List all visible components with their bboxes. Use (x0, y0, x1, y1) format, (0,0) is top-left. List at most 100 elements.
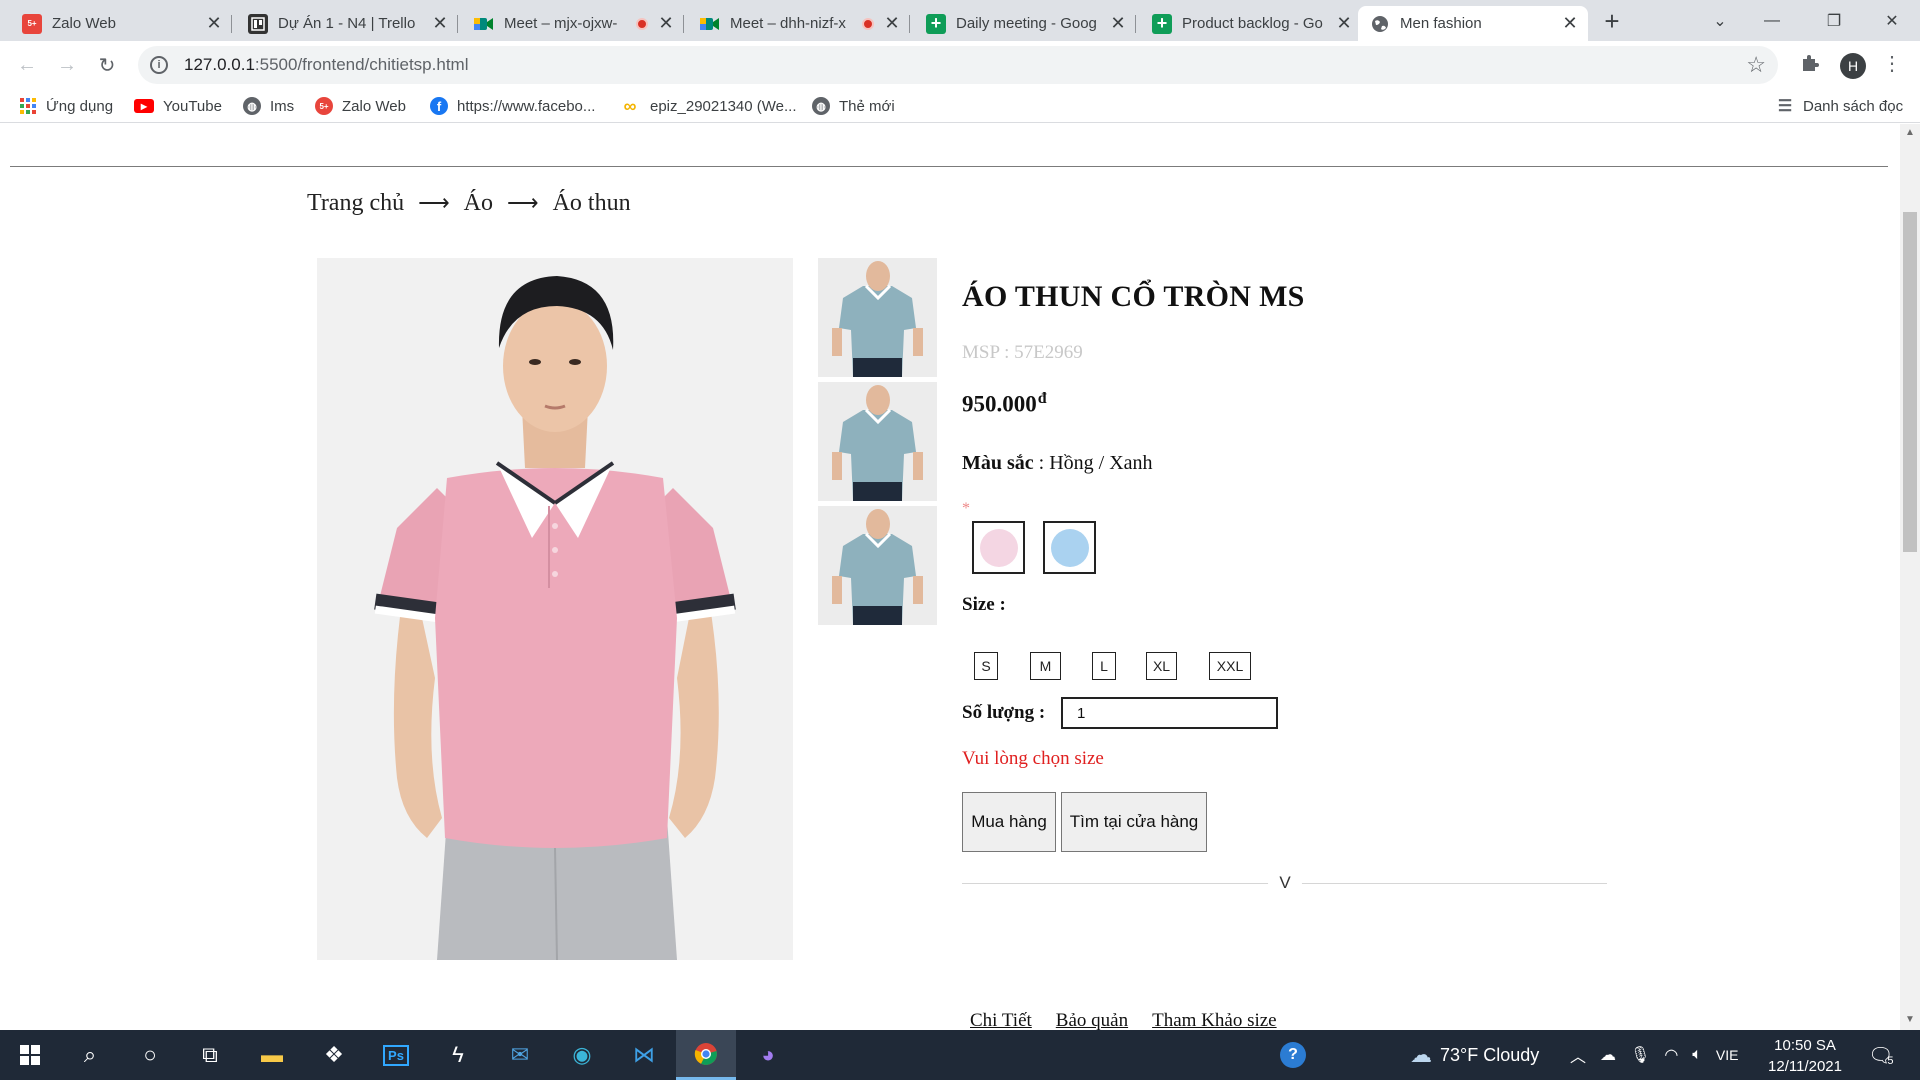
apps-grid-icon (20, 98, 36, 114)
facebook-icon: f (430, 97, 448, 115)
chrome-icon[interactable] (676, 1030, 736, 1080)
close-icon[interactable]: ✕ (656, 13, 676, 34)
size-s-button[interactable]: S (974, 652, 998, 680)
quantity-input[interactable] (1061, 697, 1278, 729)
minimize-button[interactable]: ― (1744, 0, 1800, 41)
new-tab-button[interactable]: + (1598, 8, 1626, 36)
tab-title: Meet – mjx-ojxw- (504, 15, 618, 32)
tab-search-icon[interactable]: ⌄ (1692, 0, 1748, 41)
language-indicator[interactable]: VIE (1716, 1047, 1739, 1063)
windows-start-icon[interactable] (0, 1030, 60, 1080)
breadcrumb: Trang chủ ⟶ Áo ⟶ Áo thun (307, 190, 631, 217)
close-window-button[interactable]: ✕ (1864, 0, 1920, 41)
chevron-up-icon[interactable]: ︿ (1570, 1043, 1586, 1067)
cortana-icon[interactable]: ○ (120, 1030, 180, 1080)
edge-icon[interactable]: ◉ (552, 1030, 612, 1080)
bookmarks-bar: Ứng dụng ▶ YouTube ◍ Ims 5+ Zalo Web f h… (0, 89, 1920, 123)
tab-product-backlog[interactable]: + Product backlog - Go ✕ (1140, 6, 1362, 41)
close-icon[interactable]: ✕ (430, 13, 450, 34)
file-explorer-icon[interactable]: ▬ (242, 1030, 302, 1080)
breadcrumb-subcategory[interactable]: Áo thun (553, 190, 631, 217)
tab-title: Daily meeting - Goog (956, 15, 1097, 32)
forward-button[interactable]: → (53, 51, 81, 79)
tab-daily-meeting[interactable]: + Daily meeting - Goog ✕ (914, 6, 1136, 41)
page-scrollbar[interactable]: ▲ ▼ (1900, 124, 1920, 1030)
bookmark-new-tab[interactable]: ◍ Thẻ mới (812, 95, 895, 117)
system-tray: ︿ ☁ 🎙︎ ◠ 🔈︎ VIE (1570, 1030, 1738, 1080)
site-info-icon[interactable]: i (150, 56, 168, 74)
size-m-button[interactable]: M (1030, 652, 1061, 680)
tab-meet-1[interactable]: Meet – mjx-ojxw- ✕ (462, 6, 684, 41)
bookmark-apps[interactable]: Ứng dụng (20, 95, 113, 117)
wifi-icon[interactable]: ◠ (1664, 1045, 1678, 1065)
close-icon[interactable]: ✕ (882, 13, 902, 34)
vscode-icon[interactable]: ⋈ (614, 1030, 674, 1080)
microphone-icon[interactable]: 🎙︎ (1630, 1045, 1650, 1065)
dropbox-icon[interactable]: ❖ (304, 1030, 364, 1080)
recording-icon (636, 17, 648, 30)
size-l-button[interactable]: L (1092, 652, 1116, 680)
scroll-down-icon[interactable]: ▼ (1905, 1014, 1915, 1025)
browser-menu-icon[interactable]: ⋮ (1882, 51, 1902, 76)
onedrive-icon[interactable]: ☁ (1600, 1045, 1616, 1065)
tab-title: Zalo Web (52, 15, 116, 32)
tab-meet-2[interactable]: Meet – dhh-nizf-x ✕ (688, 6, 910, 41)
help-icon[interactable]: ? (1280, 1030, 1306, 1080)
back-button[interactable]: ← (13, 51, 41, 79)
trello-icon (248, 13, 268, 34)
photoshop-icon[interactable]: Ps (366, 1030, 426, 1080)
bookmark-zalo-web[interactable]: 5+ Zalo Web (315, 95, 406, 117)
profile-avatar[interactable]: H (1840, 53, 1866, 79)
restore-button[interactable]: ❐ (1806, 0, 1862, 41)
close-icon[interactable]: ✕ (204, 13, 224, 34)
bookmark-facebook[interactable]: f https://www.facebo... (430, 95, 595, 117)
mail-icon[interactable]: ✉ (490, 1030, 550, 1080)
zalo-icon: 5+ (22, 13, 42, 34)
notification-count: 5 (1887, 1055, 1894, 1067)
close-icon[interactable]: ✕ (1334, 13, 1354, 34)
tab-trello[interactable]: Dự Án 1 - N4 | Trello ✕ (236, 6, 458, 41)
product-thumbnail-2[interactable] (818, 382, 937, 501)
volume-icon[interactable]: 🔈︎ (1692, 1046, 1702, 1064)
weather-widget[interactable]: ☁ 73°F Cloudy (1410, 1030, 1539, 1080)
address-bar[interactable]: i 127.0.0.1:5500/frontend/chitietsp.html… (138, 46, 1778, 84)
scrollbar-thumb[interactable] (1903, 212, 1917, 552)
breadcrumb-category[interactable]: Áo (464, 190, 493, 217)
find-in-store-button[interactable]: Tìm tại cửa hàng (1061, 792, 1207, 852)
tab-care[interactable]: Bảo quản (1056, 1010, 1128, 1030)
product-detail-page: Trang chủ ⟶ Áo ⟶ Áo thun ÁO THUN CỔ TRÒN… (0, 124, 1900, 1030)
reading-list-label: Danh sách đọc (1803, 97, 1904, 115)
tab-zalo-web[interactable]: 5+ Zalo Web ✕ (10, 6, 232, 41)
bookmark-label: Zalo Web (342, 97, 406, 115)
bookmark-label: Thẻ mới (839, 97, 895, 115)
size-xxl-button[interactable]: XXL (1209, 652, 1251, 680)
product-thumbnail-3[interactable] (818, 506, 937, 625)
bookmark-star-icon[interactable]: ☆ (1746, 52, 1766, 78)
notification-center-icon[interactable]: 🗨︎ 5 (1868, 1030, 1894, 1080)
tab-details[interactable]: Chi Tiết (970, 1010, 1032, 1030)
close-icon[interactable]: ✕ (1560, 13, 1580, 34)
buy-button[interactable]: Mua hàng (962, 792, 1056, 852)
expand-chevron-icon[interactable]: V (1268, 866, 1302, 900)
bookmark-ims[interactable]: ◍ Ims (243, 95, 294, 117)
github-desktop-icon[interactable]: ◕ (738, 1030, 798, 1080)
search-icon[interactable]: ⌕ (60, 1030, 120, 1080)
bookmark-youtube[interactable]: ▶ YouTube (134, 95, 222, 117)
scroll-up-icon[interactable]: ▲ (1905, 127, 1915, 138)
breadcrumb-home[interactable]: Trang chủ (307, 190, 404, 217)
tab-size-guide[interactable]: Tham Khảo size (1152, 1010, 1277, 1030)
close-icon[interactable]: ✕ (1108, 13, 1128, 34)
reading-list-button[interactable]: ☰ Danh sách đọc (1776, 95, 1903, 117)
product-thumbnail-1[interactable] (818, 258, 937, 377)
tab-men-fashion[interactable]: Men fashion ✕ (1358, 6, 1588, 41)
bolt-app-icon[interactable]: ϟ (428, 1030, 488, 1080)
color-swatch-blue[interactable] (1043, 521, 1096, 574)
system-clock[interactable]: 10:50 SA 12/11/2021 (1760, 1035, 1850, 1077)
reload-button[interactable]: ↻ (93, 51, 121, 79)
task-view-icon[interactable]: ⧉ (180, 1030, 240, 1080)
extensions-puzzle-icon[interactable] (1800, 53, 1820, 79)
bookmark-epiz[interactable]: ∞ epiz_29021340 (We... (619, 95, 797, 117)
color-swatch-pink[interactable] (972, 521, 1025, 574)
size-xl-button[interactable]: XL (1146, 652, 1177, 680)
windows-taskbar: ⌕ ○ ⧉ ▬ ❖ Ps ϟ ✉ ◉ ⋈ ◕ ? ☁ 73°F Cloudy ︿… (0, 1030, 1920, 1080)
